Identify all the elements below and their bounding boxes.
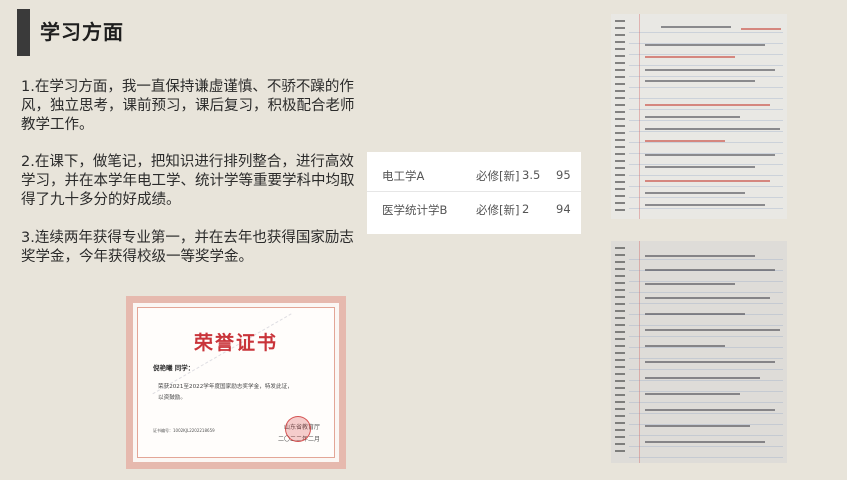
- certificate-body-line: 以资鼓励。: [158, 395, 186, 401]
- handwriting-stroke: [645, 361, 775, 363]
- notebook-ruled-lines: [629, 22, 783, 215]
- handwriting-stroke: [645, 297, 770, 299]
- course-name: 医学统计学B: [382, 203, 448, 217]
- seal-icon: [285, 416, 311, 442]
- handwriting-stroke: [645, 283, 735, 285]
- handwriting-stroke: [645, 255, 755, 257]
- handwriting-stroke: [645, 140, 725, 142]
- handwriting-stroke: [645, 166, 755, 168]
- certificate-recipient: 倪艳曦 同学：: [153, 364, 195, 372]
- handwriting-stroke: [645, 313, 745, 315]
- notebook-margin-line: [639, 241, 640, 463]
- table-row: 电工学A 必修[新] 3.5 95: [367, 158, 581, 192]
- certificate-body: 荣获2021至2022学年度国家励志奖学金，特发此证， 以资鼓励。: [158, 382, 328, 404]
- certificate-title: 荣誉证书: [193, 332, 278, 354]
- handwriting-stroke: [645, 80, 755, 82]
- handwriting-stroke: [645, 377, 760, 379]
- handwriting-stroke: [645, 192, 745, 194]
- page-title: 学习方面: [40, 20, 124, 44]
- handwriting-stroke: [645, 44, 765, 46]
- course-name: 电工学A: [382, 169, 425, 183]
- handwriting-stroke: [645, 56, 735, 58]
- notebook-margin-line: [639, 14, 640, 219]
- course-score: 95: [556, 168, 571, 182]
- handwriting-stroke: [645, 128, 780, 130]
- handwriting-stroke: [645, 269, 775, 271]
- course-type: 必修[新]: [476, 169, 520, 183]
- table-row: 医学统计学B 必修[新] 2 94: [367, 192, 581, 226]
- course-credit: 3.5: [522, 168, 541, 182]
- handwriting-stroke: [645, 441, 765, 443]
- certificate-number: 证书编号：1002KJL2202218659: [153, 428, 215, 433]
- handwriting-stroke: [645, 393, 740, 395]
- handwriting-stroke: [661, 26, 731, 28]
- title-accent-bar: [17, 9, 30, 56]
- handwriting-stroke: [645, 425, 750, 427]
- spiral-binding-icon: [615, 247, 625, 457]
- handwriting-stroke: [645, 345, 725, 347]
- notebook-ruled-lines: [629, 249, 783, 459]
- handwriting-stroke: [645, 116, 740, 118]
- handwriting-stroke: [645, 329, 780, 331]
- handwriting-stroke: [645, 409, 775, 411]
- paragraph-study-method: 2.在课下，做笔记，把知识进行排列整合，进行高效学习，并在本学年电工学、统计学等…: [21, 154, 355, 208]
- course-score: 94: [556, 202, 571, 216]
- notebook-photo-bottom: [611, 241, 787, 463]
- paragraph-awards: 3.连续两年获得专业第一，并在去年也获得国家励志奖学金，今年获得校级一等奖学金。: [21, 230, 354, 265]
- grades-table: 电工学A 必修[新] 3.5 95 医学统计学B 必修[新] 2 94: [367, 152, 581, 234]
- spiral-binding-icon: [615, 20, 625, 213]
- handwriting-stroke: [645, 104, 770, 106]
- handwriting-stroke: [645, 204, 765, 206]
- notebook-photo-top: [611, 14, 787, 219]
- certificate-inner-frame: 荣誉证书 倪艳曦 同学： 荣获2021至2022学年度国家励志奖学金，特发此证，…: [137, 307, 335, 464]
- handwriting-stroke: [645, 69, 775, 71]
- honor-certificate-image: 荣誉证书 倪艳曦 同学： 荣获2021至2022学年度国家励志奖学金，特发此证，…: [126, 296, 346, 469]
- course-credit: 2: [522, 202, 530, 216]
- handwriting-stroke: [645, 154, 775, 156]
- paragraph-study-attitude: 1.在学习方面，我一直保持谦虚谨慎、不骄不躁的作风，独立思考，课前预习，课后复习…: [21, 79, 355, 133]
- handwriting-stroke: [741, 28, 781, 30]
- handwriting-stroke: [645, 180, 770, 182]
- course-type: 必修[新]: [476, 203, 520, 217]
- certificate-body-line: 荣获2021至2022学年度国家励志奖学金，特发此证，: [158, 384, 293, 390]
